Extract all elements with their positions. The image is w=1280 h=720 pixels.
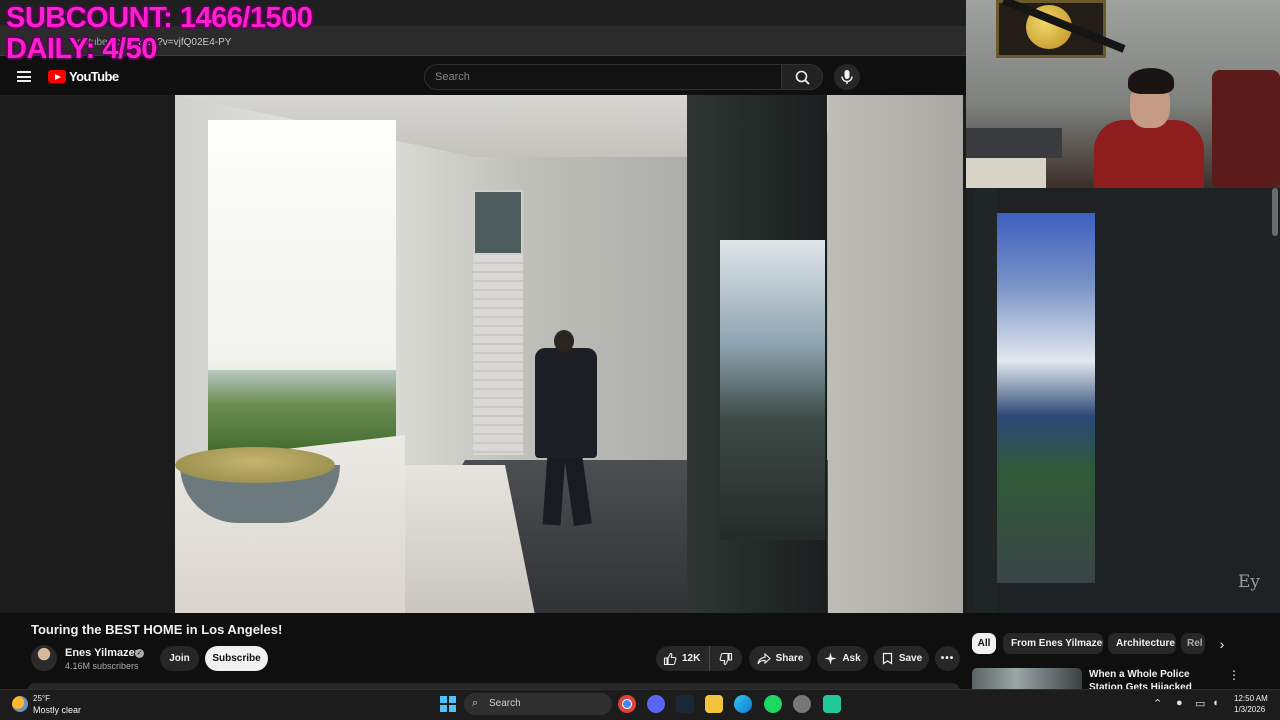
subscriber-count: 4.16M subscribers — [65, 661, 139, 671]
chip-architecture[interactable]: Architecture — [1108, 633, 1176, 654]
discord-icon[interactable] — [647, 695, 665, 713]
youtube-logo-text: YouTube — [69, 69, 119, 84]
video-side-still — [997, 213, 1095, 583]
settings-icon[interactable] — [793, 695, 811, 713]
display-tray-icon[interactable]: ▭ — [1195, 697, 1205, 710]
youtube-logo[interactable]: YouTube — [48, 69, 119, 84]
chrome-icon[interactable] — [618, 695, 636, 713]
volume-tray-icon[interactable]: ◖ — [1212, 697, 1219, 709]
share-icon — [757, 652, 771, 664]
dislike-button[interactable] — [710, 646, 742, 671]
tray-expand-icon[interactable]: ⌃ — [1153, 697, 1162, 710]
sparkle-icon — [824, 652, 837, 665]
taskbar-search[interactable] — [464, 693, 612, 715]
clock-date[interactable]: 1/3/2026 — [1234, 705, 1265, 714]
app-icon[interactable] — [823, 695, 841, 713]
page-scrollbar[interactable] — [1272, 188, 1278, 236]
save-label: Save — [898, 653, 923, 664]
mic-icon — [841, 70, 853, 84]
video-moss — [175, 447, 335, 483]
share-button[interactable]: Share — [749, 646, 811, 671]
video-frame[interactable] — [175, 95, 963, 613]
save-button[interactable]: Save — [874, 646, 929, 671]
clock-time[interactable]: 12:50 AM — [1234, 694, 1268, 703]
youtube-play-icon — [48, 70, 66, 83]
video-title: Touring the BEST HOME in Los Angeles! — [31, 622, 283, 637]
spotify-icon[interactable] — [764, 695, 782, 713]
subcount-overlay: SUBCOUNT: 1466/1500 — [6, 2, 313, 34]
webcam-chair — [1212, 70, 1280, 188]
search-input[interactable] — [425, 65, 781, 89]
webcam-keyboard — [966, 158, 1046, 188]
voice-search-button[interactable] — [834, 64, 860, 90]
channel-watermark[interactable]: Ey — [1238, 572, 1260, 592]
menu-icon[interactable] — [17, 71, 31, 82]
more-actions-button[interactable]: ••• — [935, 646, 960, 671]
like-button[interactable]: 12K — [656, 646, 710, 671]
recommendation-menu-icon[interactable]: ⋮ — [1228, 668, 1240, 682]
video-reflection — [720, 240, 825, 540]
channel-avatar[interactable] — [31, 645, 57, 671]
save-icon — [882, 652, 892, 665]
like-icon — [663, 652, 677, 665]
weather-icon[interactable] — [12, 696, 28, 712]
weather-temperature[interactable]: 25°F — [33, 694, 50, 703]
taskbar-search-label: Search — [489, 698, 521, 709]
video-pillar — [828, 95, 963, 613]
search-box[interactable] — [424, 64, 782, 90]
subscribe-button[interactable]: Subscribe — [205, 646, 268, 671]
chip-all[interactable]: All — [972, 633, 996, 654]
like-dislike-group: 12K — [656, 646, 742, 671]
video-door — [473, 255, 523, 455]
ask-button[interactable]: Ask — [817, 646, 868, 671]
windows-taskbar — [0, 689, 1280, 720]
search-icon — [795, 70, 810, 85]
chevron-right-icon[interactable]: › — [1214, 636, 1230, 652]
webcam-streamer — [1086, 68, 1204, 188]
share-label: Share — [775, 653, 804, 664]
video-side-frame — [975, 188, 997, 613]
dislike-icon — [719, 652, 733, 665]
join-button[interactable]: Join — [160, 646, 199, 671]
weather-condition[interactable]: Mostly clear — [33, 705, 81, 715]
edge-icon[interactable] — [734, 695, 752, 713]
webcam-overlay — [966, 0, 1280, 188]
verified-icon: ✓ — [135, 649, 144, 658]
mic-tray-icon[interactable]: ● — [1176, 697, 1183, 709]
chip-from-channel[interactable]: From Enes Yilmazer — [1003, 633, 1103, 654]
chip-related[interactable]: Rel — [1181, 633, 1205, 654]
recommendation-thumbnail[interactable] — [972, 668, 1082, 690]
like-count: 12K — [682, 653, 701, 664]
webcam-desk — [966, 128, 1062, 158]
steam-icon[interactable] — [676, 695, 694, 713]
channel-name[interactable]: Enes Yilmazer — [65, 647, 139, 659]
taskbar-search-icon: ⌕ — [472, 697, 479, 709]
video-window — [473, 190, 523, 255]
recommendation-title[interactable]: When a Whole Police Station Gets Hijacke… — [1089, 668, 1215, 690]
daily-overlay: DAILY: 4/50 — [6, 33, 157, 65]
search-button[interactable] — [781, 64, 823, 90]
windows-icon[interactable] — [440, 696, 456, 712]
folder-icon[interactable] — [705, 695, 723, 713]
ask-label: Ask — [842, 653, 861, 664]
video-person — [535, 330, 597, 530]
